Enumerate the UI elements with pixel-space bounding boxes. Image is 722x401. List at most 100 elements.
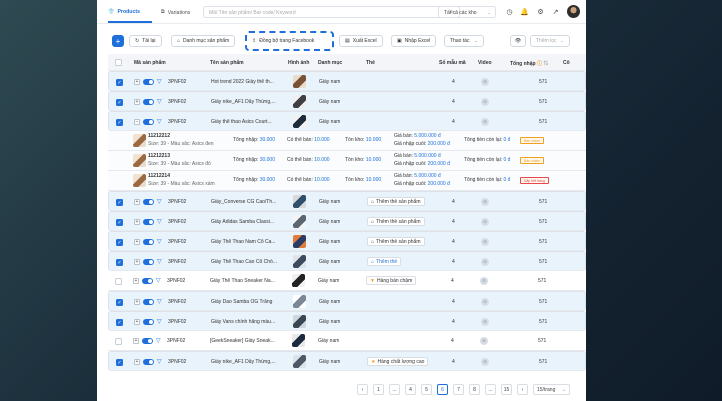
add-button[interactable]: + bbox=[112, 35, 124, 47]
product-name[interactable]: Giày Vans chính hãng màu... bbox=[211, 319, 283, 325]
product-image[interactable] bbox=[293, 315, 306, 328]
product-image[interactable] bbox=[293, 95, 306, 108]
page-button[interactable]: 8 bbox=[469, 384, 480, 395]
status-toggle[interactable] bbox=[142, 278, 153, 284]
product-image[interactable] bbox=[293, 195, 306, 208]
row-checkbox[interactable]: ✓ bbox=[116, 319, 123, 326]
col-total-import[interactable]: Tổng nhập ⓘ ⇅ bbox=[510, 60, 548, 67]
product-tag[interactable]: ★ Hàng chất lượng cao bbox=[367, 357, 429, 366]
tab-products[interactable]: 👕 Products bbox=[108, 9, 140, 15]
page-button[interactable]: 15 bbox=[501, 384, 512, 395]
product-image[interactable] bbox=[292, 274, 305, 287]
video-icon[interactable]: ⊘ bbox=[481, 318, 489, 326]
table-row[interactable]: ✓ + ▽ 3PNF02 Giày Dao Samba OG Trắng Giày nam… bbox=[108, 291, 586, 311]
product-image[interactable] bbox=[293, 215, 306, 228]
expand-toggle[interactable]: + bbox=[133, 278, 139, 284]
product-tag[interactable]: ⌂ Thêm thẻ bbox=[367, 257, 402, 266]
chart-icon[interactable]: ↗ bbox=[550, 6, 561, 17]
funnel-icon[interactable]: ▽ bbox=[157, 118, 162, 125]
notification-icon[interactable]: ⚙ bbox=[535, 6, 546, 17]
warehouse-select[interactable]: Tất cả các kho ⌄ bbox=[438, 6, 496, 18]
status-toggle[interactable] bbox=[143, 219, 154, 225]
status-toggle[interactable] bbox=[143, 79, 154, 85]
page-button[interactable]: 7 bbox=[453, 384, 464, 395]
row-checkbox[interactable]: ✓ bbox=[116, 239, 123, 246]
variant-sku[interactable]: 11212213 bbox=[148, 153, 170, 159]
actions-select[interactable]: Thao tác ⌄ bbox=[444, 35, 484, 47]
video-icon[interactable]: ⊘ bbox=[481, 358, 489, 366]
filter-select[interactable]: Thêm lọc ⌄ bbox=[530, 35, 570, 47]
video-icon[interactable]: ⊘ bbox=[481, 198, 489, 206]
product-name[interactable]: Giày nike_AF1 Dây Thừng,... bbox=[211, 99, 283, 105]
product-image[interactable] bbox=[293, 115, 306, 128]
expand-toggle[interactable]: + bbox=[134, 79, 140, 85]
variant-sku[interactable]: 11212214 bbox=[148, 173, 170, 179]
page-size-select[interactable]: 15/trang ⌄ bbox=[533, 384, 570, 395]
page-ellipsis[interactable]: ... bbox=[485, 384, 496, 395]
col-name[interactable]: Tên sản phẩm bbox=[210, 60, 244, 66]
video-icon[interactable]: ⊘ bbox=[481, 78, 489, 86]
col-variant-count[interactable]: Số mẫu mã bbox=[439, 60, 466, 66]
table-row[interactable]: ✓ + ▽ 3PNF02 Giày nike_AF1 Dây Thừng,... Giày… bbox=[108, 91, 586, 111]
page-button[interactable]: 4 bbox=[405, 384, 416, 395]
video-icon[interactable]: ⊘ bbox=[480, 337, 488, 345]
product-image[interactable] bbox=[292, 334, 305, 347]
avatar[interactable] bbox=[567, 5, 580, 18]
expand-toggle[interactable]: − bbox=[134, 119, 140, 125]
funnel-icon[interactable]: ▽ bbox=[157, 198, 162, 205]
product-tag[interactable]: ⌂ Thêm thẻ sản phẩm bbox=[367, 217, 425, 226]
video-icon[interactable]: ⊘ bbox=[481, 298, 489, 306]
status-toggle[interactable] bbox=[143, 199, 154, 205]
product-image[interactable] bbox=[293, 255, 306, 268]
table-row[interactable]: + ▽ 3PNF02 Giày Thể Thao Sneaker Na... Giày … bbox=[108, 271, 586, 291]
status-toggle[interactable] bbox=[143, 239, 154, 245]
row-checkbox[interactable]: ✓ bbox=[116, 119, 123, 126]
row-checkbox[interactable]: ✓ bbox=[116, 99, 123, 106]
col-code[interactable]: Mã sản phẩm bbox=[134, 60, 166, 66]
expand-toggle[interactable]: + bbox=[134, 239, 140, 245]
status-toggle[interactable] bbox=[143, 299, 154, 305]
product-name[interactable]: Hot trend 2022 Giày thể th... bbox=[211, 79, 283, 85]
table-row[interactable]: ✓ + ▽ 3PNF02 Giày Adidas Samba Classi... Giày… bbox=[108, 211, 586, 231]
table-row[interactable]: ✓ − ▽ 3PNF02 Giày thể thao Asics Court... Già… bbox=[108, 111, 586, 131]
page-ellipsis[interactable]: ... bbox=[389, 384, 400, 395]
row-checkbox[interactable]: ✓ bbox=[116, 299, 123, 306]
page-button[interactable]: 5 bbox=[421, 384, 432, 395]
expand-toggle[interactable]: + bbox=[134, 199, 140, 205]
expand-toggle[interactable]: + bbox=[134, 99, 140, 105]
prev-page-button[interactable]: ‹ bbox=[357, 384, 368, 395]
row-checkbox[interactable] bbox=[115, 278, 122, 285]
row-checkbox[interactable]: ✓ bbox=[116, 219, 123, 226]
import-excel-button[interactable]: ▣ Nhập Excel bbox=[391, 35, 437, 47]
row-checkbox[interactable] bbox=[115, 338, 122, 345]
table-row[interactable]: ✓ + ▽ 3PNF02 Giày nike_AF1 Dây Thừng,... Giày… bbox=[108, 351, 586, 371]
product-name[interactable]: [GeekSneaker] Giày Sneak... bbox=[210, 338, 282, 344]
video-icon[interactable]: ⊘ bbox=[481, 118, 489, 126]
table-row[interactable]: ✓ + ▽ 3PNF02 Hot trend 2022 Giày thể th... Gi… bbox=[108, 71, 586, 91]
table-row[interactable]: ✓ + ▽ 3PNF02 Giày_Converse CG Cao/Th... Giày … bbox=[108, 191, 586, 211]
funnel-icon[interactable]: ▽ bbox=[156, 337, 161, 344]
variant-sku[interactable]: 11212212 bbox=[148, 133, 170, 139]
table-row[interactable]: + ▽ 3PNF02 [GeekSneaker] Giày Sneak... Giày … bbox=[108, 331, 586, 351]
expand-toggle[interactable]: + bbox=[134, 219, 140, 225]
funnel-icon[interactable]: ▽ bbox=[157, 218, 162, 225]
product-image[interactable] bbox=[293, 75, 306, 88]
variant-row[interactable]: 11212214 Size: 39 - Màu sắc: Asics xám Tổn… bbox=[108, 171, 586, 191]
status-toggle[interactable] bbox=[143, 119, 154, 125]
expand-toggle[interactable]: + bbox=[134, 359, 140, 365]
status-toggle[interactable] bbox=[143, 359, 154, 365]
status-toggle[interactable] bbox=[143, 259, 154, 265]
product-tag[interactable]: ⌂ Thêm thẻ sản phẩm bbox=[367, 197, 425, 206]
product-name[interactable]: Giày Thể Thao Sneaker Na... bbox=[210, 278, 282, 284]
bell-icon[interactable]: 🔔 bbox=[519, 6, 530, 17]
product-name[interactable]: Giày Thể Thao Nam Cổ Ca... bbox=[211, 239, 283, 245]
video-icon[interactable]: ⊘ bbox=[481, 238, 489, 246]
video-icon[interactable]: ⊘ bbox=[481, 258, 489, 266]
next-page-button[interactable]: › bbox=[517, 384, 528, 395]
variant-row[interactable]: 11212212 Size: 39 - Màu sắc: Asics đen Tổn… bbox=[108, 131, 586, 151]
category-button[interactable]: ⌂ Danh mục sản phẩm bbox=[171, 35, 236, 47]
table-row[interactable]: ✓ + ▽ 3PNF02 Giày Vans chính hãng màu... Giày… bbox=[108, 311, 586, 331]
funnel-icon[interactable]: ▽ bbox=[157, 98, 162, 105]
table-row[interactable]: ✓ + ▽ 3PNF02 Giày Thể Thao Nam Cổ Ca... Giày … bbox=[108, 231, 586, 251]
product-name[interactable]: Giày Thể Thao Cao Cổ Chỏ... bbox=[211, 259, 283, 265]
